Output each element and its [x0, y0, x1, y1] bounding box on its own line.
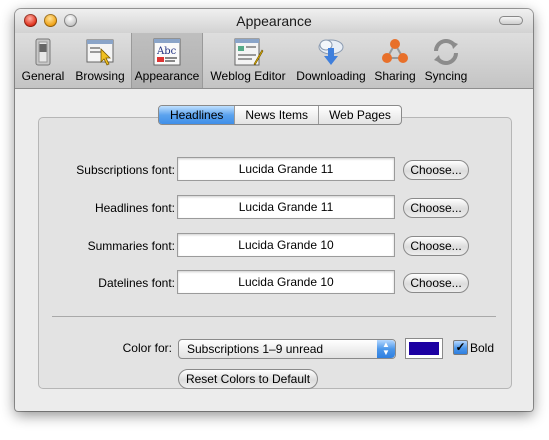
toolbar-item-appearance[interactable]: Abc Appearance: [131, 33, 203, 88]
color-for-label: Color for:: [122, 341, 172, 355]
summaries-font-label: Summaries font:: [87, 239, 175, 253]
sharing-icon: [382, 39, 408, 63]
toolbar-toggle-button[interactable]: [499, 16, 523, 25]
appearance-icon: Abc: [153, 38, 181, 66]
toolbar-label: General: [21, 69, 65, 83]
syncing-icon: [434, 39, 458, 65]
toolbar-item-general[interactable]: General: [19, 33, 67, 88]
toolbar-label: Weblog Editor: [210, 69, 286, 83]
preferences-window: Appearance General Browsing Abc Appearan…: [15, 9, 533, 411]
color-for-popup[interactable]: Subscriptions 1–9 unread ▲ ▼: [178, 339, 396, 359]
summaries-font-choose-button[interactable]: Choose...: [403, 236, 469, 256]
reset-colors-button[interactable]: Reset Colors to Default: [178, 369, 318, 389]
weblog-editor-icon: [234, 38, 264, 66]
subscriptions-font-choose-button[interactable]: Choose...: [403, 160, 469, 180]
toolbar-item-weblog-editor[interactable]: Weblog Editor: [205, 33, 291, 88]
bold-label: Bold: [470, 341, 495, 355]
bold-checkbox[interactable]: ✓: [453, 340, 468, 355]
datelines-font-label: Datelines font:: [98, 276, 175, 290]
toolbar-label: Syncing: [424, 69, 468, 83]
checkmark-icon: ✓: [455, 340, 466, 354]
headlines-font-field: Lucida Grande 11: [177, 195, 395, 219]
toolbar-label: Sharing: [374, 69, 416, 83]
color-swatch[interactable]: [405, 338, 443, 359]
toolbar-item-sharing[interactable]: Sharing: [371, 33, 419, 88]
appearance-pane: Headlines News Items Web Pages Subscript…: [15, 89, 533, 411]
toolbar-item-downloading[interactable]: Downloading: [293, 33, 369, 88]
tab-bar: Headlines News Items Web Pages: [158, 105, 402, 125]
title-bar[interactable]: Appearance: [15, 9, 533, 33]
subscriptions-font-field: Lucida Grande 11: [177, 157, 395, 181]
datelines-font-field: Lucida Grande 10: [177, 270, 395, 294]
divider: [52, 316, 496, 317]
summaries-font-field: Lucida Grande 10: [177, 233, 395, 257]
general-switch-icon: [35, 38, 51, 66]
toolbar-label: Downloading: [296, 69, 366, 83]
subscriptions-font-label: Subscriptions font:: [76, 163, 175, 177]
headlines-font-choose-button[interactable]: Choose...: [403, 198, 469, 218]
tab-news-items[interactable]: News Items: [234, 106, 318, 124]
tab-web-pages[interactable]: Web Pages: [318, 106, 401, 124]
toolbar-item-syncing[interactable]: Syncing: [421, 33, 471, 88]
color-swatch-fill: [409, 342, 439, 355]
downloading-icon: [318, 39, 344, 65]
svg-text:Abc: Abc: [156, 46, 177, 57]
toolbar-label: Appearance: [134, 69, 200, 83]
toolbar-item-browsing[interactable]: Browsing: [71, 33, 129, 88]
datelines-font-choose-button[interactable]: Choose...: [403, 273, 469, 293]
headlines-font-label: Headlines font:: [94, 201, 175, 215]
color-for-selected: Subscriptions 1–9 unread: [187, 342, 324, 356]
tab-headlines[interactable]: Headlines: [159, 106, 235, 124]
toolbar-label: Browsing: [75, 69, 125, 83]
browsing-icon: [86, 39, 114, 66]
popup-arrows-icon: ▲ ▼: [377, 340, 395, 358]
window-title: Appearance: [236, 13, 312, 29]
preferences-toolbar: General Browsing Abc Appearance Weblog E…: [15, 33, 533, 89]
